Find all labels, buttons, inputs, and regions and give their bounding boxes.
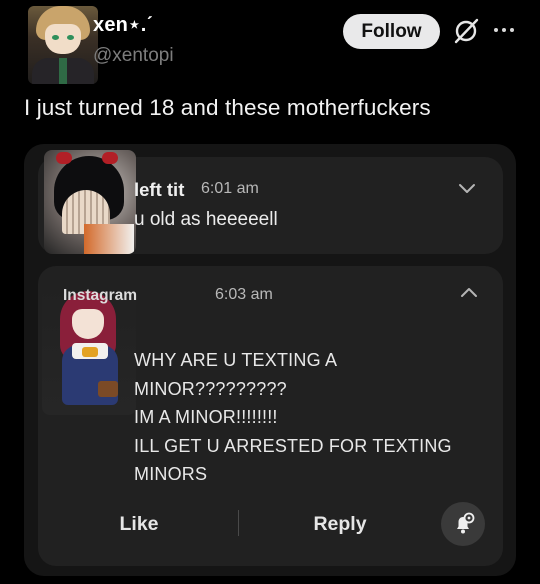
avatar-tie: [59, 58, 67, 84]
display-name[interactable]: xen⋆.ˊ: [93, 12, 153, 37]
thumb-ribbon: [82, 347, 98, 357]
thumb-robe: [84, 224, 134, 254]
like-button[interactable]: Like: [99, 509, 179, 539]
notification-avatar: [42, 287, 136, 415]
notification-message-block: WHY ARE U TEXTING A MINOR????????? IM A …: [134, 346, 484, 489]
user-handle[interactable]: @xentopi: [93, 45, 174, 67]
notification-sender: left tit: [134, 179, 185, 200]
thumb-bag: [98, 381, 118, 397]
notification-app-name: Instagram: [63, 287, 138, 304]
chevron-up-icon[interactable]: [459, 286, 479, 300]
bell-settings-icon: [457, 512, 475, 534]
action-divider: [238, 510, 239, 536]
notification-time: 6:03 am: [215, 286, 273, 303]
avatar-eye: [52, 35, 59, 40]
tweet-text: I just turned 18 and these motherfuckers: [24, 95, 431, 120]
grok-icon[interactable]: [452, 17, 480, 45]
notification-time: 6:01 am: [201, 180, 259, 197]
thumb-bow: [56, 152, 72, 164]
notification-message: u old as heeeeell: [134, 209, 278, 230]
avatar-eye: [67, 35, 74, 40]
more-icon[interactable]: [492, 20, 516, 40]
message-line: WHY ARE U TEXTING A: [134, 350, 338, 370]
reply-button[interactable]: Reply: [300, 509, 380, 539]
avatar-face: [45, 24, 81, 54]
follow-button[interactable]: Follow: [343, 14, 440, 49]
chevron-down-icon[interactable]: [457, 181, 477, 195]
message-line: ILL GET U ARRESTED FOR TEXTING: [134, 435, 452, 456]
message-line: MINORS: [134, 464, 208, 484]
message-line: MINOR?????????: [134, 378, 287, 399]
bell-settings-button[interactable]: [441, 502, 485, 546]
avatar[interactable]: [28, 6, 98, 84]
message-line: IM A MINOR!!!!!!!!: [134, 407, 278, 427]
notification-avatar: [44, 150, 136, 254]
post-header: xen⋆.ˊ @xentopi Follow: [0, 0, 540, 90]
thumb-bow: [102, 152, 118, 164]
